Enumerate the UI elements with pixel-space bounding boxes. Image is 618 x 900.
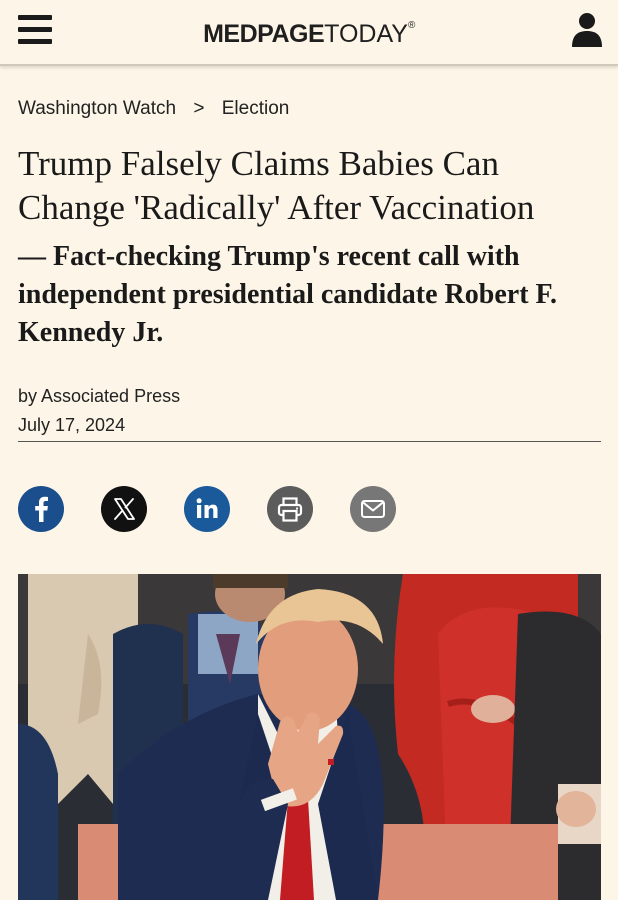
site-logo[interactable]: MEDPAGETODAY® [0,20,618,49]
print-icon [277,497,303,522]
x-icon [114,498,135,520]
breadcrumb-subsection-link[interactable]: Election [222,98,290,119]
site-header: MEDPAGETODAY® [0,0,618,66]
breadcrumb: Washington Watch > Election [18,98,289,120]
x-share-button[interactable] [101,486,147,532]
article-byline: by Associated Press [18,386,181,406]
logo-registered-mark: ® [408,20,415,31]
share-bar [18,486,396,532]
photo-illustration [18,574,601,900]
article-date: July 17, 2024 [18,415,126,435]
logo-light-text: TODAY [324,20,408,48]
email-share-button[interactable] [350,486,396,532]
article-headline: Trump Falsely Claims Babies Can Change '… [18,144,535,227]
article-subheadline: — Fact-checking Trump's recent call with… [18,241,558,348]
linkedin-share-button[interactable] [184,486,230,532]
user-account-icon[interactable] [570,11,604,49]
print-button[interactable] [267,486,313,532]
breadcrumb-separator: > [193,98,205,119]
logo-bold-text: MEDPAGE [203,20,325,48]
email-icon [361,500,385,518]
facebook-share-button[interactable] [18,486,64,532]
breadcrumb-section-link[interactable]: Washington Watch [18,98,176,119]
facebook-icon [35,496,48,522]
article-photo[interactable] [18,574,601,900]
divider [18,441,601,442]
linkedin-icon [196,498,218,518]
